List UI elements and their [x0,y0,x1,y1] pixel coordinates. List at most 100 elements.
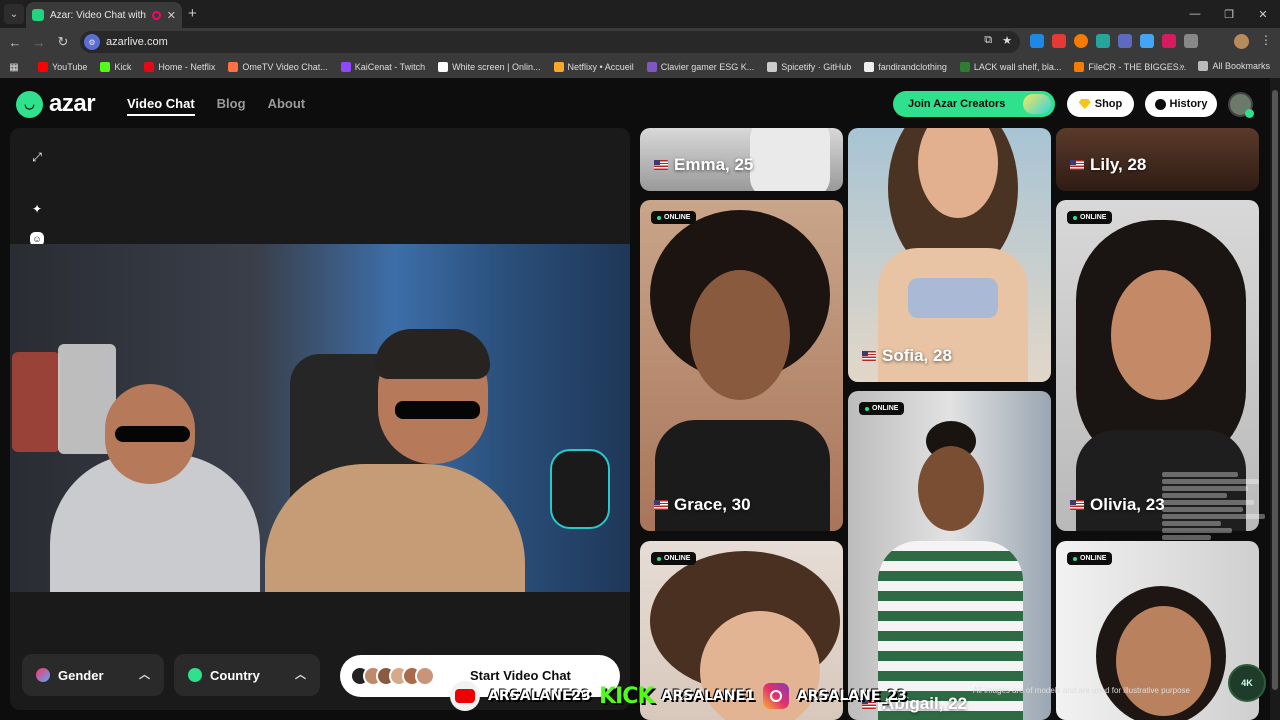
gender-filter[interactable]: Gender ︿ [22,654,164,696]
bookmark-item[interactable]: Netflixy • Accueil [553,62,634,72]
extension-icon[interactable] [1118,34,1132,48]
browser-tab-bar: ⌄ Azar: Video Chat with New ✕ + — ❐ ✕ [0,0,1280,28]
profile-card-lily[interactable]: Lily, 28 [1056,128,1259,191]
bookmark-item[interactable]: White screen | Onlin... [438,62,541,72]
bookmark-item[interactable]: fandirandclothing [864,62,947,72]
us-flag-icon [862,351,876,361]
apps-grid-icon[interactable]: ▦ [0,62,28,73]
chat-line [1162,514,1265,519]
azar-favicon-icon [32,9,44,21]
profile-name: Lily, 28 [1070,155,1146,175]
bookmark-item[interactable]: Spicetify · GitHub [767,62,851,72]
extension-icon[interactable] [1074,34,1088,48]
profile-card-sofia[interactable]: Sofia, 28 [848,128,1051,382]
extension-icon[interactable] [1162,34,1176,48]
chat-line [1162,486,1249,491]
bookmark-item[interactable]: YouTube [38,62,87,72]
online-badge: ONLINE [859,402,905,415]
join-creators-button[interactable]: Join Azar Creators [893,91,1055,117]
video-panel: ⤢ ✦ ☺ Gender ︿ Country ︿ Start Video Cha… [10,128,630,710]
country-label: Country [210,667,260,683]
bookmark-item[interactable]: KaiCenat - Twitch [340,62,425,72]
extension-icon[interactable] [1052,34,1066,48]
profile-name-text: Lily, 28 [1090,155,1147,174]
history-label: History [1169,98,1208,110]
photo-shape [750,128,830,191]
install-app-icon[interactable]: ⧉ [984,34,992,47]
browser-profile-avatar[interactable] [1234,34,1249,49]
nav-video-chat[interactable]: Video Chat [127,96,195,116]
online-dot [1073,556,1077,561]
url-field[interactable]: ⚙ azarlive.com ⧉ ★ [80,31,1020,53]
site-info-icon[interactable]: ⚙ [84,34,100,50]
start-video-chat-label: Start Video Chat [470,668,571,683]
browser-menu-icon[interactable]: ⋮ [1260,33,1272,47]
forward-icon[interactable]: → [27,35,51,50]
profile-name-text: Emma, 25 [674,155,754,174]
nav-blog[interactable]: Blog [217,96,246,116]
azar-logo-icon: ◡ [16,90,43,118]
scrollbar-thumb[interactable] [1272,90,1278,690]
profile-card-grace[interactable]: ONLINE Grace, 30 [640,200,843,531]
model-disclaimer: All images are of models and are used fo… [973,686,1190,695]
close-tab-icon[interactable]: ✕ [167,9,176,22]
instagram-icon [762,683,789,709]
more-bookmarks-icon[interactable]: » [1179,61,1184,71]
bookmark-favicon-icon [553,62,564,72]
sunglasses [115,426,190,442]
bookmark-item[interactable]: OmeTV Video Chat... [228,62,328,72]
bookmark-item[interactable]: LACK wall shelf, bla... [959,62,1061,72]
restore-icon[interactable]: ❐ [1212,0,1246,28]
online-label: ONLINE [872,405,899,412]
azar-logo[interactable]: ◡ azar [16,90,96,118]
bookmark-favicon-icon [864,62,875,72]
kick-logo: KICK [599,683,654,709]
online-label: ONLINE [1080,555,1107,562]
bookmark-item[interactable]: Home - Netflix [144,62,215,72]
history-button[interactable]: History [1145,91,1217,117]
browser-tab[interactable]: Azar: Video Chat with New ✕ [26,2,182,28]
online-badge: ONLINE [651,552,697,565]
bookmark-star-icon[interactable]: ★ [1002,34,1012,47]
chat-line [1162,528,1233,533]
profile-gallery: Emma, 25 Sofia, 28 Lily, 28 ONLINE Grace… [640,128,1260,720]
chat-line [1162,507,1243,512]
bookmark-item[interactable]: Clavier gamer ESG K... [646,62,754,72]
chat-line [1162,472,1238,477]
country-filter[interactable]: Country ︿ [174,654,320,696]
bookmark-item[interactable]: Kick [100,62,131,72]
bookmark-label: YouTube [52,62,88,72]
extension-icon[interactable] [1030,34,1044,48]
back-icon[interactable]: ← [3,35,27,50]
stream-socials-overlay: ARSALANE23 KICK ARSALANE1 ARSALANE_23 [450,681,907,711]
bookmark-item[interactable]: FileCR - THE BIGGES... [1074,62,1186,72]
user-avatar[interactable] [1228,92,1254,118]
extensions-area [1030,34,1198,48]
profile-card-emma[interactable]: Emma, 25 [640,128,843,191]
bookmark-favicon-icon [646,62,657,72]
extension-icon[interactable] [1140,34,1154,48]
expand-icon[interactable]: ⤢ [26,146,48,168]
bookmark-favicon-icon [438,62,449,72]
effects-sparkle-icon[interactable]: ✦ [26,198,48,220]
new-tab-icon[interactable]: + [188,5,197,22]
online-label: ONLINE [664,214,691,221]
chevron-up-icon: ︿ [139,669,150,681]
webcam-feed [10,244,630,592]
profile-card-abigail[interactable]: ONLINE Abigail, 22 [848,391,1051,720]
online-badge: ONLINE [651,211,697,224]
shop-button[interactable]: Shop [1067,91,1134,117]
page-scrollbar[interactable] [1270,78,1280,720]
extensions-puzzle-icon[interactable] [1184,34,1198,48]
bookmarks-bar: ▦ YouTube Kick Home - Netflix OmeTV Video C… [0,56,1280,78]
photo-shape [918,446,984,531]
minimize-icon[interactable]: — [1178,0,1212,28]
kick-handle: ARSALANE1 [661,688,755,704]
nav-about[interactable]: About [268,96,306,116]
tab-search-icon[interactable]: ⌄ [4,4,24,24]
close-window-icon[interactable]: ✕ [1246,0,1280,28]
extension-icon[interactable] [1096,34,1110,48]
reload-icon[interactable]: ↻ [51,34,75,50]
all-bookmarks-button[interactable]: All Bookmarks [1198,61,1270,71]
chat-line [1162,479,1260,484]
